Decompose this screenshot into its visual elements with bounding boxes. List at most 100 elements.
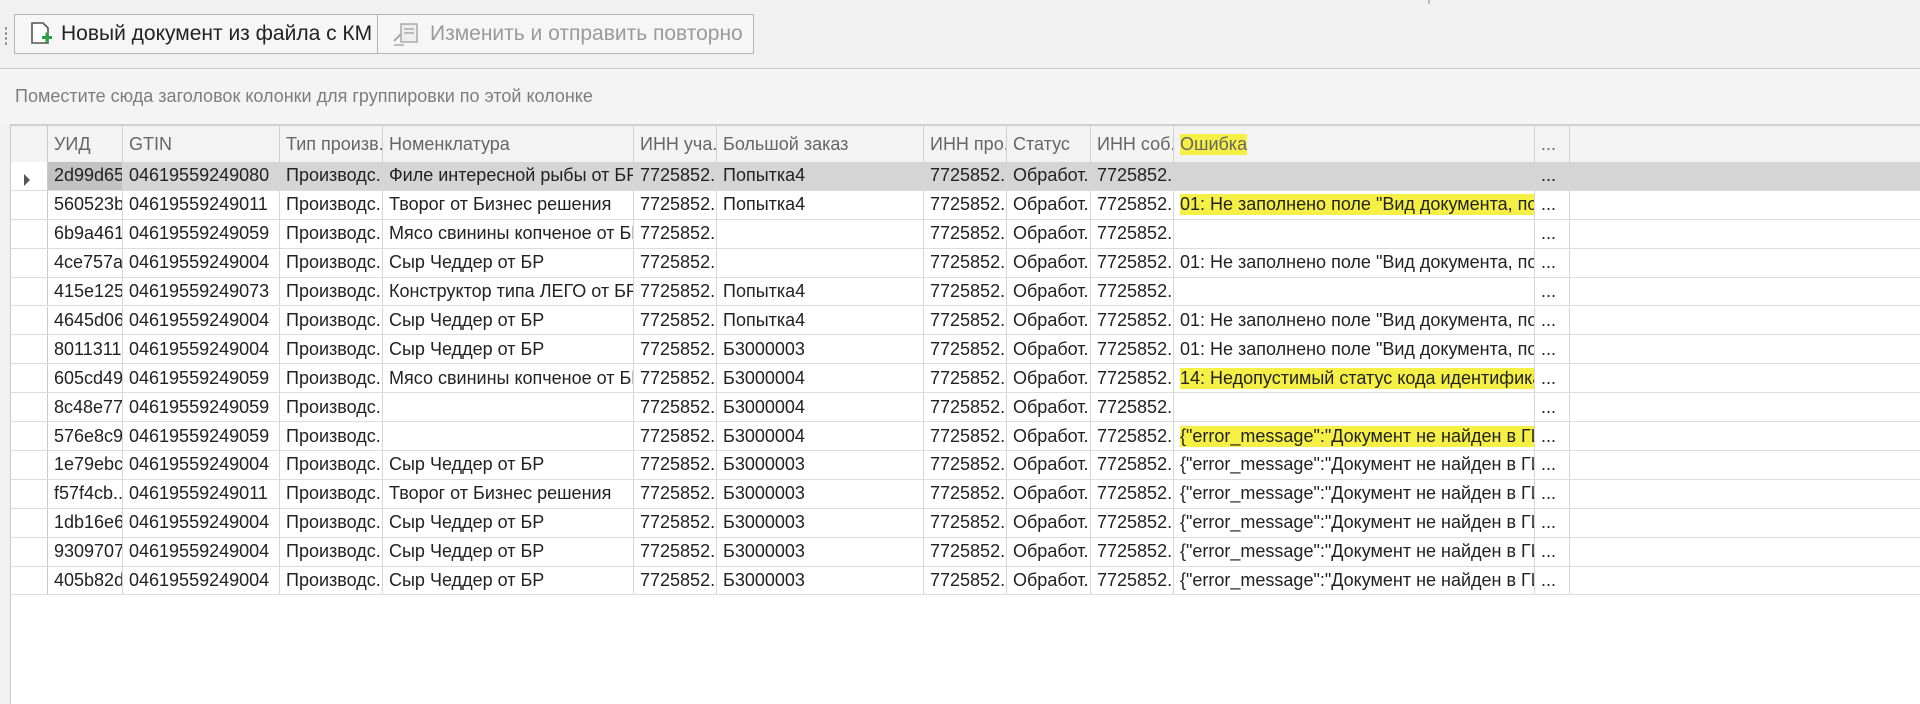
cell-uid[interactable]: 6b9a461...	[48, 219, 123, 248]
cell-status[interactable]: Обработ...	[1007, 393, 1091, 422]
cell-status[interactable]: Обработ...	[1007, 277, 1091, 306]
cell-producer-inn[interactable]: 7725852...	[924, 393, 1007, 422]
cell-owner-inn[interactable]: 7725852...	[1091, 162, 1174, 190]
table-row[interactable]: 1db16e6... 04619559249004 Производс... Сыр …	[11, 508, 1920, 538]
cell-big-order[interactable]: Б3000004	[717, 422, 924, 450]
row-indicator[interactable]	[11, 422, 48, 450]
column-header-nomenclature[interactable]: Номенклатура	[383, 126, 634, 162]
cell-owner-inn[interactable]: 7725852...	[1091, 364, 1174, 393]
cell-big-order[interactable]: Б3000003	[717, 566, 924, 595]
cell-error[interactable]	[1174, 162, 1535, 190]
cell-error[interactable]: {"error_message":"Документ не найден в Г…	[1174, 508, 1535, 537]
cell-big-order[interactable]: Попытка4	[717, 190, 924, 219]
cell-error[interactable]: 14: Недопустимый статус кода идентификац…	[1174, 364, 1535, 393]
cell-participant-inn[interactable]: 7725852...	[634, 566, 717, 595]
column-header-error[interactable]: Ошибка	[1174, 126, 1535, 162]
new-document-from-file-button[interactable]: Новый документ из файла с КМ	[14, 14, 384, 54]
cell-status[interactable]: Обработ...	[1007, 190, 1091, 219]
column-header-owner-inn[interactable]: ИНН соб...	[1091, 126, 1174, 162]
cell-owner-inn[interactable]: 7725852...	[1091, 479, 1174, 508]
cell-participant-inn[interactable]: 7725852...	[634, 537, 717, 566]
cell-nomenclature[interactable]: Мясо свинины копченое от БР	[383, 219, 634, 248]
cell-participant-inn[interactable]: 7725852...	[634, 248, 717, 277]
cell-more[interactable]: ...	[1535, 566, 1570, 595]
row-indicator[interactable]	[11, 190, 48, 219]
edit-and-resend-button[interactable]: Изменить и отправить повторно	[377, 14, 754, 54]
cell-uid[interactable]: 8c48e77...	[48, 393, 123, 422]
cell-nomenclature[interactable]: Сыр Чеддер от БР	[383, 451, 634, 479]
cell-status[interactable]: Обработ...	[1007, 248, 1091, 277]
table-row[interactable]: 415e125... 04619559249073 Производс... Конс…	[11, 277, 1920, 307]
cell-big-order[interactable]: Б3000003	[717, 537, 924, 566]
table-row[interactable]: 560523b... 04619559249011 Производс... Твор…	[11, 190, 1920, 220]
cell-producer-inn[interactable]: 7725852...	[924, 364, 1007, 393]
column-header-uid[interactable]: УИД	[48, 126, 123, 162]
cell-uid[interactable]: 9309707...	[48, 537, 123, 566]
cell-uid[interactable]: 560523b...	[48, 190, 123, 219]
table-row[interactable]: 8c48e77... 04619559249059 Производс... 7725…	[11, 393, 1920, 423]
cell-gtin[interactable]: 04619559249004	[123, 248, 280, 277]
cell-big-order[interactable]: Б3000003	[717, 479, 924, 508]
cell-uid[interactable]: 576e8c9...	[48, 422, 123, 450]
cell-nomenclature[interactable]: Творог от Бизнес решения	[383, 479, 634, 508]
cell-error[interactable]: 01: Не заполнено поле "Вид документа, по…	[1174, 248, 1535, 277]
table-row[interactable]: 1e79ebc... 04619559249004 Производс... Сыр …	[11, 451, 1920, 480]
cell-participant-inn[interactable]: 7725852...	[634, 277, 717, 306]
cell-production-type[interactable]: Производс...	[280, 537, 383, 566]
cell-nomenclature[interactable]: Сыр Чеддер от БР	[383, 566, 634, 595]
cell-nomenclature[interactable]: Конструктор типа ЛЕГО от БР	[383, 277, 634, 306]
cell-producer-inn[interactable]: 7725852...	[924, 306, 1007, 335]
cell-production-type[interactable]: Производс...	[280, 393, 383, 422]
table-row[interactable]: 2d99d65... 04619559249080 Производс... Филе…	[11, 162, 1920, 191]
cell-nomenclature[interactable]: Сыр Чеддер от БР	[383, 537, 634, 566]
cell-status[interactable]: Обработ...	[1007, 537, 1091, 566]
cell-gtin[interactable]: 04619559249011	[123, 479, 280, 508]
cell-error[interactable]: 01: Не заполнено поле "Вид документа, по…	[1174, 190, 1535, 219]
cell-owner-inn[interactable]: 7725852...	[1091, 248, 1174, 277]
cell-more[interactable]: ...	[1535, 451, 1570, 479]
cell-uid[interactable]: 405b82d...	[48, 566, 123, 595]
toolbar-grip[interactable]	[4, 26, 8, 46]
row-indicator[interactable]	[11, 364, 48, 393]
cell-production-type[interactable]: Производс...	[280, 190, 383, 219]
cell-error[interactable]: {"error_message":"Документ не найден в Г…	[1174, 537, 1535, 566]
cell-nomenclature[interactable]: Сыр Чеддер от БР	[383, 306, 634, 335]
cell-producer-inn[interactable]: 7725852...	[924, 537, 1007, 566]
row-indicator[interactable]	[11, 508, 48, 537]
cell-status[interactable]: Обработ...	[1007, 508, 1091, 537]
cell-error[interactable]	[1174, 219, 1535, 248]
cell-production-type[interactable]: Производс...	[280, 479, 383, 508]
cell-gtin[interactable]: 04619559249004	[123, 335, 280, 364]
cell-owner-inn[interactable]: 7725852...	[1091, 508, 1174, 537]
cell-producer-inn[interactable]: 7725852...	[924, 219, 1007, 248]
cell-error[interactable]: 01: Не заполнено поле "Вид документа, по…	[1174, 306, 1535, 335]
row-indicator[interactable]	[11, 566, 48, 595]
cell-more[interactable]: ...	[1535, 190, 1570, 219]
column-header-gtin[interactable]: GTIN	[123, 126, 280, 162]
cell-more[interactable]: ...	[1535, 393, 1570, 422]
cell-big-order[interactable]: Б3000003	[717, 451, 924, 479]
cell-status[interactable]: Обработ...	[1007, 335, 1091, 364]
cell-producer-inn[interactable]: 7725852...	[924, 479, 1007, 508]
cell-participant-inn[interactable]: 7725852...	[634, 162, 717, 190]
cell-producer-inn[interactable]: 7725852...	[924, 335, 1007, 364]
cell-gtin[interactable]: 04619559249059	[123, 219, 280, 248]
cell-status[interactable]: Обработ...	[1007, 364, 1091, 393]
cell-more[interactable]: ...	[1535, 508, 1570, 537]
cell-producer-inn[interactable]: 7725852...	[924, 190, 1007, 219]
row-indicator[interactable]	[11, 393, 48, 422]
row-indicator[interactable]	[11, 335, 48, 364]
cell-production-type[interactable]: Производс...	[280, 364, 383, 393]
table-row[interactable]: 605cd49... 04619559249059 Производс... Мясо…	[11, 364, 1920, 394]
cell-owner-inn[interactable]: 7725852...	[1091, 277, 1174, 306]
cell-nomenclature[interactable]: Сыр Чеддер от БР	[383, 508, 634, 537]
cell-uid[interactable]: f57f4cb...	[48, 479, 123, 508]
cell-nomenclature[interactable]	[383, 422, 634, 450]
cell-nomenclature[interactable]: Филе интересной рыбы от БР	[383, 162, 634, 190]
cell-status[interactable]: Обработ...	[1007, 566, 1091, 595]
column-header-status[interactable]: Статус	[1007, 126, 1091, 162]
cell-participant-inn[interactable]: 7725852...	[634, 335, 717, 364]
cell-more[interactable]: ...	[1535, 537, 1570, 566]
cell-owner-inn[interactable]: 7725852...	[1091, 219, 1174, 248]
row-indicator[interactable]	[11, 162, 48, 190]
